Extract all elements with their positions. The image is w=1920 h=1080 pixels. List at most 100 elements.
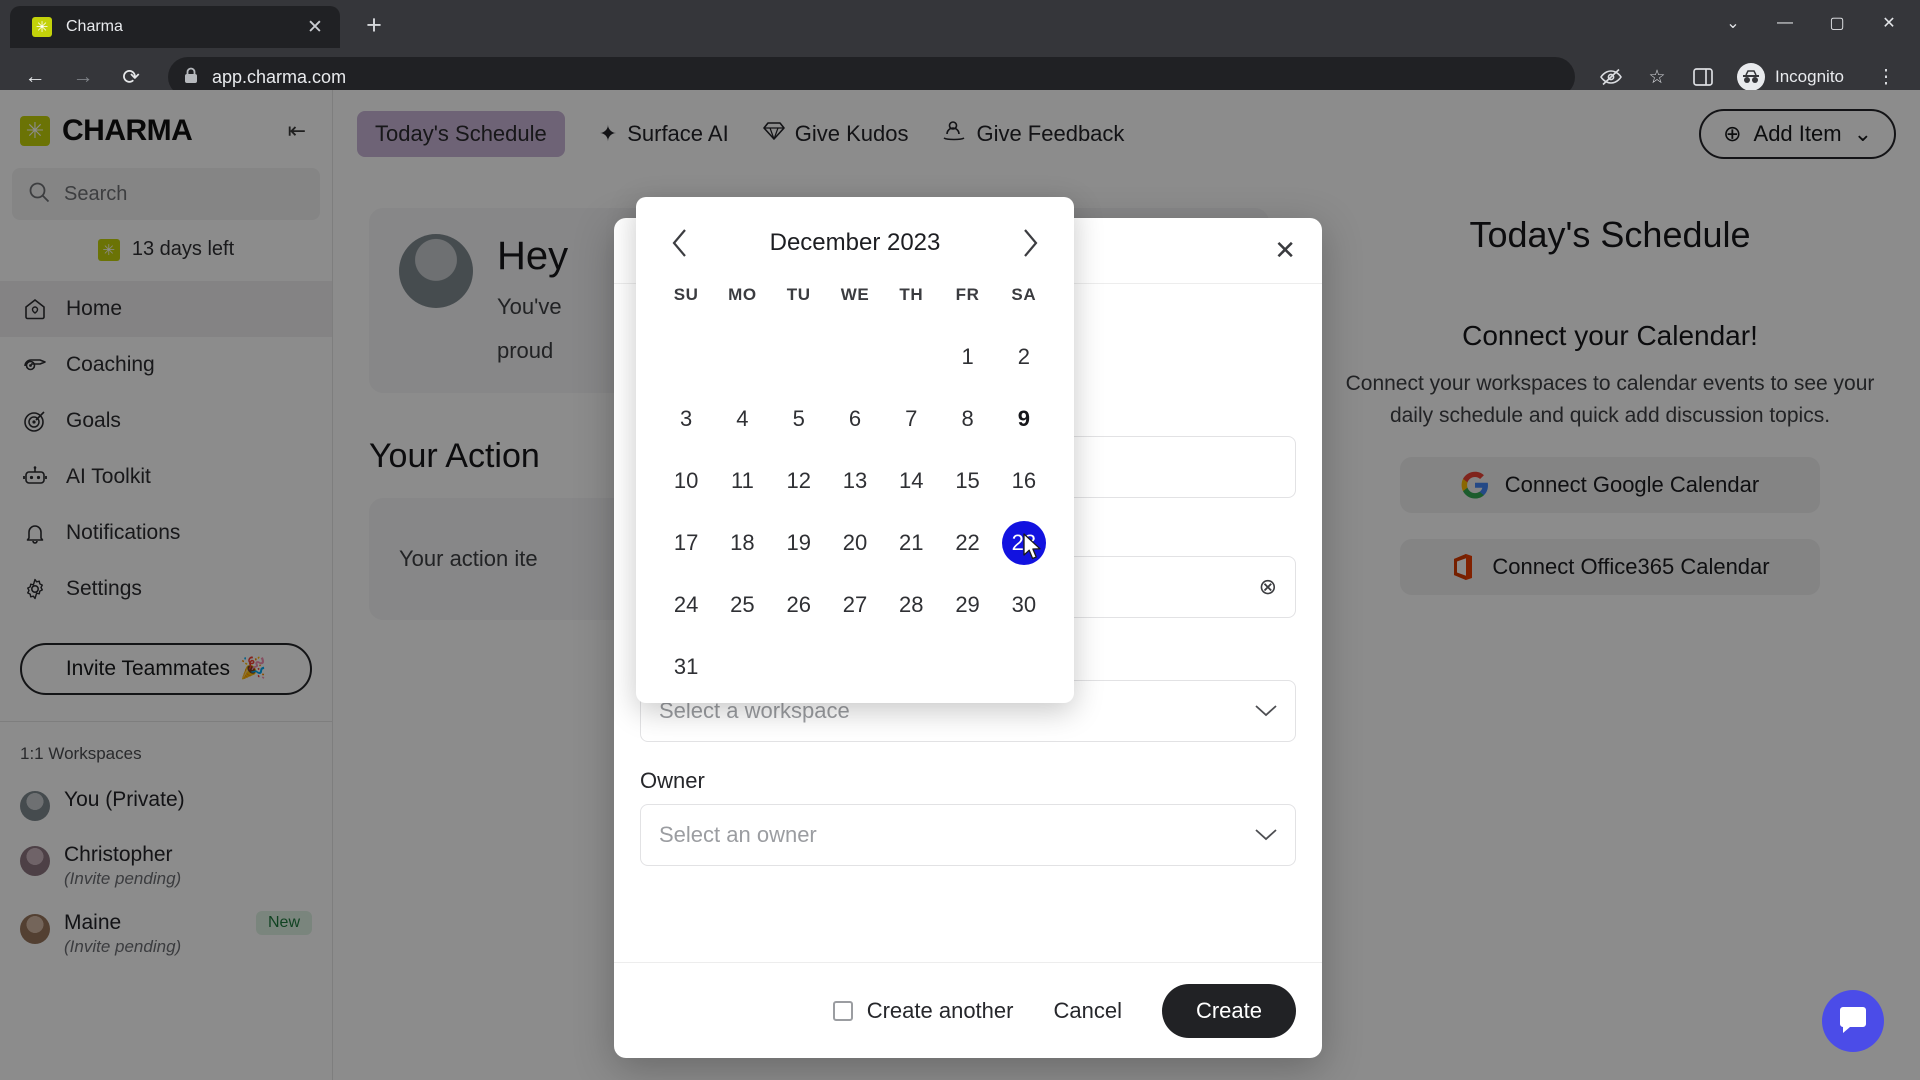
lock-icon <box>184 67 198 88</box>
calendar-cell-empty <box>827 329 883 385</box>
calendar-day-label: 14 <box>899 468 924 493</box>
tab-search-icon[interactable]: ⌄ <box>1710 2 1756 44</box>
calendar-day-label: 20 <box>842 530 868 555</box>
owner-select[interactable]: Select an owner <box>640 804 1296 866</box>
calendar-day-6[interactable]: 6 <box>827 391 883 447</box>
chat-icon <box>1840 1007 1866 1033</box>
calendar-day-label: 18 <box>730 530 755 555</box>
calendar-day-label: 12 <box>786 468 811 493</box>
calendar-day-label: 17 <box>673 530 699 555</box>
calendar-day-label: 16 <box>1011 468 1037 493</box>
calendar-day-label: 30 <box>1011 592 1037 617</box>
date-picker-month-label: December 2023 <box>769 229 941 256</box>
incognito-avatar-icon <box>1737 63 1765 91</box>
calendar-day-label: 7 <box>905 406 918 431</box>
profile-label: Incognito <box>1775 67 1844 86</box>
maximize-icon[interactable]: ▢ <box>1814 2 1860 44</box>
calendar-day-2[interactable]: 2 <box>996 329 1052 385</box>
calendar-day-8[interactable]: 8 <box>939 391 995 447</box>
calendar-day-9[interactable]: 9 <box>996 391 1052 447</box>
calendar-day-label: 5 <box>792 406 805 431</box>
calendar-day-1[interactable]: 1 <box>939 329 995 385</box>
minimize-icon[interactable]: — <box>1762 2 1808 44</box>
calendar-day-label: 6 <box>848 406 862 431</box>
close-icon[interactable]: ✕ <box>302 14 328 40</box>
create-another-checkbox[interactable]: Create another <box>832 998 1013 1024</box>
day-of-week-header: TU <box>786 285 811 304</box>
calendar-day-label: 29 <box>955 592 980 617</box>
calendar-day-21[interactable]: 21 <box>883 515 939 571</box>
chevron-down-icon <box>1255 825 1277 846</box>
tab-title: Charma <box>66 18 123 35</box>
calendar-day-16[interactable]: 16 <box>996 453 1052 509</box>
calendar-day-17[interactable]: 17 <box>658 515 714 571</box>
calendar-day-label: 22 <box>955 530 980 555</box>
chevron-down-icon <box>1255 701 1277 722</box>
day-of-week-header: MO <box>728 285 757 304</box>
calendar-day-label: 1 <box>961 344 974 369</box>
owner-placeholder: Select an owner <box>659 822 817 847</box>
calendar-day-label: 3 <box>680 406 693 431</box>
page-viewport: ✳ CHARMA ⇤ Search ✳ 13 days left Home Co… <box>0 90 1920 1080</box>
prev-month-button[interactable] <box>658 221 702 265</box>
window-close-icon[interactable]: ✕ <box>1866 2 1912 44</box>
calendar-day-label: 28 <box>899 592 924 617</box>
day-of-week-header: SU <box>673 285 699 304</box>
calendar-day-label: 9 <box>1017 406 1030 431</box>
charma-logo-icon: ✳ <box>32 17 52 37</box>
calendar-day-label: 21 <box>899 530 924 555</box>
calendar-day-20[interactable]: 20 <box>827 515 883 571</box>
calendar-day-30[interactable]: 30 <box>996 577 1052 633</box>
calendar-day-13[interactable]: 13 <box>827 453 883 509</box>
calendar-day-26[interactable]: 26 <box>771 577 827 633</box>
calendar-day-10[interactable]: 10 <box>658 453 714 509</box>
day-of-week-header: TH <box>899 285 924 304</box>
day-of-week-header: WE <box>840 285 870 304</box>
calendar-day-label: 2 <box>1017 344 1030 369</box>
calendar-day-19[interactable]: 19 <box>771 515 827 571</box>
owner-label: Owner <box>640 768 705 793</box>
close-icon[interactable]: ✕ <box>1274 235 1296 266</box>
calendar-day-12[interactable]: 12 <box>771 453 827 509</box>
intercom-chat-button[interactable] <box>1822 990 1884 1052</box>
next-month-button[interactable] <box>1008 221 1052 265</box>
calendar-day-25[interactable]: 25 <box>714 577 770 633</box>
calendar-day-28[interactable]: 28 <box>883 577 939 633</box>
calendar-day-label: 10 <box>673 468 699 493</box>
calendar-day-14[interactable]: 14 <box>883 453 939 509</box>
calendar-day-label: 11 <box>731 468 754 493</box>
calendar-cell-empty <box>714 329 770 385</box>
create-button[interactable]: Create <box>1161 983 1296 1038</box>
browser-tab-charma[interactable]: ✳ Charma ✕ <box>10 6 340 48</box>
calendar-day-7[interactable]: 7 <box>883 391 939 447</box>
calendar-cell-empty <box>658 329 714 385</box>
calendar-day-29[interactable]: 29 <box>939 577 995 633</box>
calendar-day-label: 4 <box>736 406 749 431</box>
mouse-cursor <box>1023 533 1045 563</box>
calendar-day-31[interactable]: 31 <box>658 639 714 695</box>
calendar-day-label: 24 <box>673 592 699 617</box>
cancel-button[interactable]: Cancel <box>1053 998 1121 1024</box>
day-of-week-header: SA <box>1011 285 1037 304</box>
calendar-day-4[interactable]: 4 <box>714 391 770 447</box>
calendar-day-5[interactable]: 5 <box>771 391 827 447</box>
calendar-day-label: 13 <box>842 468 868 493</box>
tab-strip: ✳ Charma ✕ + ⌄ — ▢ ✕ <box>0 0 1920 48</box>
calendar-day-27[interactable]: 27 <box>827 577 883 633</box>
calendar-day-24[interactable]: 24 <box>658 577 714 633</box>
modal-footer: Create another Cancel Create <box>614 962 1322 1058</box>
calendar-day-15[interactable]: 15 <box>939 453 995 509</box>
calendar-day-18[interactable]: 18 <box>714 515 770 571</box>
new-tab-button[interactable]: + <box>354 5 394 45</box>
calendar-day-11[interactable]: 11 <box>714 453 770 509</box>
clear-icon[interactable]: ⊗ <box>1259 574 1277 600</box>
checkbox-box[interactable] <box>832 1000 853 1021</box>
date-picker-header: December 2023 <box>658 215 1052 271</box>
calendar-day-label: 8 <box>961 406 974 431</box>
calendar-day-label: 25 <box>730 592 755 617</box>
calendar-day-3[interactable]: 3 <box>658 391 714 447</box>
calendar-day-22[interactable]: 22 <box>939 515 995 571</box>
browser-window: ✳ Charma ✕ + ⌄ — ▢ ✕ ← → ⟳ app.charma.co… <box>0 0 1920 1080</box>
date-picker-popup: December 2023 SU MO TU WE TH FR SA 1 2 3 4 5 6 7 8 9 10 1… <box>636 197 1074 703</box>
date-picker-grid: SU MO TU WE TH FR SA 1 2 3 4 5 6 7 8 9 10 11 12 13 14 15 16 17 1… <box>658 285 1052 695</box>
